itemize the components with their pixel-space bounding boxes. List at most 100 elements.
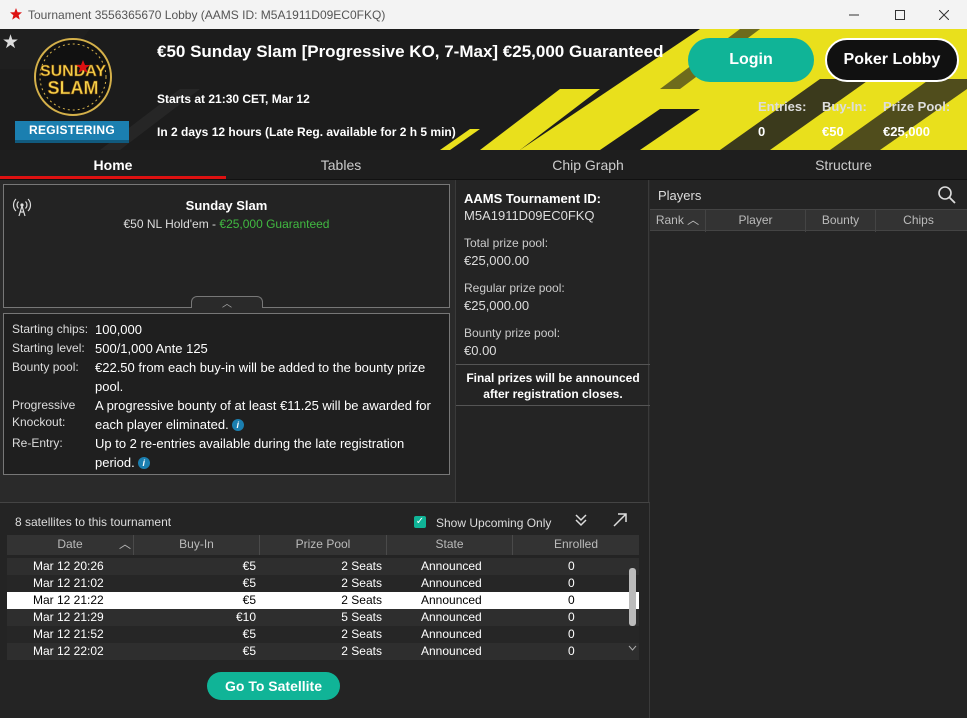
cell-date: Mar 12 21:52 <box>33 627 104 641</box>
column-date-label: Date <box>57 537 83 551</box>
minimize-button[interactable] <box>831 0 877 29</box>
column-rank[interactable]: Rank ︿ <box>650 210 706 232</box>
favorite-star-icon[interactable]: ★ <box>2 33 19 52</box>
pokerstars-icon <box>10 8 22 20</box>
bounty-prize-value: €0.00 <box>464 343 497 358</box>
scroll-down-icon[interactable] <box>628 644 637 652</box>
summary-game-line: €50 NL Hold'em - €25,000 Guaranteed <box>4 217 449 231</box>
cell-buyin: €5 <box>242 559 256 573</box>
cell-state: Announced <box>421 627 482 641</box>
prizepool-value: €25,000 <box>883 124 930 139</box>
sort-up-icon: ︿ <box>119 537 132 551</box>
cell-date: Mar 12 21:02 <box>33 576 104 590</box>
prize-note: Final prizes will be announced after reg… <box>456 364 650 406</box>
cell-state: Announced <box>421 644 482 658</box>
cell-state: Announced <box>421 559 482 573</box>
tournament-details: Starting chips: 100,000 Starting level: … <box>3 313 450 475</box>
tournament-summary-card: Sunday Slam €50 NL Hold'em - €25,000 Gua… <box>3 184 450 310</box>
cell-prize: 2 Seats <box>341 576 382 590</box>
info-icon[interactable]: i <box>231 419 244 431</box>
tab-structure[interactable]: Structure <box>720 150 967 180</box>
table-row[interactable]: Mar 12 21:52 €5 2 Seats Announced 0 <box>7 626 639 643</box>
detail-row: Starting level: 500/1,000 Ante 125 <box>12 339 441 358</box>
satellites-scrollbar[interactable] <box>628 562 637 658</box>
cell-prize: 2 Seats <box>341 644 382 658</box>
aams-id: M5A1911D09EC0FKQ <box>464 208 595 223</box>
satellites-table-header: Date ︿ Buy-In Prize Pool State Enrolled <box>7 535 639 555</box>
cell-date: Mar 12 22:02 <box>33 644 104 658</box>
column-chips[interactable]: Chips <box>876 210 961 232</box>
close-button[interactable] <box>921 0 967 29</box>
summary-guarantee: €25,000 Guaranteed <box>219 217 330 231</box>
table-row[interactable]: Mar 12 22:02 €5 2 Seats Announced 0 <box>7 643 639 660</box>
cell-enrolled: 0 <box>568 593 575 607</box>
aams-panel: AAMS Tournament ID: M5A1911D09EC0FKQ Tot… <box>455 180 650 502</box>
column-enrolled[interactable]: Enrolled <box>513 535 639 555</box>
cell-prize: 2 Seats <box>341 627 382 641</box>
active-tab-indicator <box>0 176 226 179</box>
satellites-panel: 8 satellites to this tournament ✓ Show U… <box>0 502 650 718</box>
scrollbar-thumb[interactable] <box>629 568 636 626</box>
detail-row: Bounty pool: €22.50 from each buy-in wil… <box>12 358 441 396</box>
detail-value: 500/1,000 Ante 125 <box>95 341 208 356</box>
cell-enrolled: 0 <box>568 644 575 658</box>
tab-tables[interactable]: Tables <box>226 150 456 180</box>
summary-name: Sunday Slam <box>185 198 268 213</box>
players-title: Players <box>658 188 702 203</box>
close-icon <box>939 9 949 20</box>
maximize-button[interactable] <box>877 0 923 29</box>
column-date[interactable]: Date ︿ <box>7 535 134 555</box>
detail-label: Re-Entry: <box>12 436 63 450</box>
column-buyin[interactable]: Buy-In <box>134 535 260 555</box>
column-rank-label: Rank <box>655 213 684 227</box>
table-row[interactable]: Mar 12 21:02 €5 2 Seats Announced 0 <box>7 575 639 592</box>
collapse-handle[interactable]: ︿ <box>191 296 263 310</box>
detail-label: Starting chips: <box>12 322 89 336</box>
start-time: Starts at 21:30 CET, Mar 12 <box>157 92 310 106</box>
double-chevron-down-icon[interactable] <box>573 512 589 528</box>
entries-value: 0 <box>758 124 766 139</box>
info-icon[interactable]: i <box>137 457 150 469</box>
detail-row: Progressive Knockout: A progressive boun… <box>12 396 441 434</box>
cell-buyin: €5 <box>242 576 256 590</box>
minimize-icon <box>849 14 859 15</box>
detail-value: €22.50 from each buy-in will be added to… <box>95 360 426 394</box>
detail-value: 100,000 <box>95 322 142 337</box>
total-prize-value: €25,000.00 <box>464 253 530 268</box>
cell-date: Mar 12 21:29 <box>33 610 104 624</box>
detail-label: Starting level: <box>12 341 85 355</box>
time-remaining: In 2 days 12 hours (Late Reg. available … <box>157 125 456 139</box>
regular-prize-value: €25,000.00 <box>464 298 530 313</box>
svg-text:SLAM: SLAM <box>48 78 99 98</box>
tournament-header: ★ SUNDAY SLAM REGISTERING €50 Sunday Sla… <box>0 29 967 150</box>
cell-buyin: €5 <box>242 593 256 607</box>
window-title: Tournament 3556365670 Lobby (AAMS ID: M5… <box>28 8 386 22</box>
maximize-icon <box>895 9 905 20</box>
search-icon[interactable] <box>937 185 957 205</box>
sort-up-icon: ︿ <box>687 213 700 227</box>
cell-state: Announced <box>421 610 482 624</box>
aams-title: AAMS Tournament ID: <box>464 191 601 206</box>
login-button[interactable]: Login <box>688 38 814 82</box>
detail-label: Bounty pool: <box>12 360 79 374</box>
show-upcoming-checkbox[interactable]: ✓ <box>414 516 426 528</box>
table-row-selected[interactable]: Mar 12 21:22 €5 2 Seats Announced 0 <box>7 592 639 609</box>
status-badge: REGISTERING <box>15 121 129 143</box>
show-upcoming-label: Show Upcoming Only <box>436 516 552 530</box>
popout-arrow-icon[interactable] <box>612 512 628 528</box>
column-state[interactable]: State <box>387 535 513 555</box>
tournament-info-panel: Sunday Slam €50 NL Hold'em - €25,000 Gua… <box>0 180 454 502</box>
cell-state: Announced <box>421 593 482 607</box>
detail-row: Starting chips: 100,000 <box>12 320 441 339</box>
column-prize-pool[interactable]: Prize Pool <box>260 535 387 555</box>
poker-lobby-button[interactable]: Poker Lobby <box>825 38 959 82</box>
column-bounty[interactable]: Bounty <box>806 210 876 232</box>
tab-chip-graph[interactable]: Chip Graph <box>456 150 720 180</box>
column-player[interactable]: Player <box>706 210 806 232</box>
cell-buyin: €5 <box>242 644 256 658</box>
cell-prize: 2 Seats <box>341 559 382 573</box>
table-row[interactable]: Mar 12 20:26 €5 2 Seats Announced 0 <box>7 558 639 575</box>
entries-label: Entries: <box>758 99 807 114</box>
table-row[interactable]: Mar 12 21:29 €10 5 Seats Announced 0 <box>7 609 639 626</box>
go-to-satellite-button[interactable]: Go To Satellite <box>207 672 340 700</box>
